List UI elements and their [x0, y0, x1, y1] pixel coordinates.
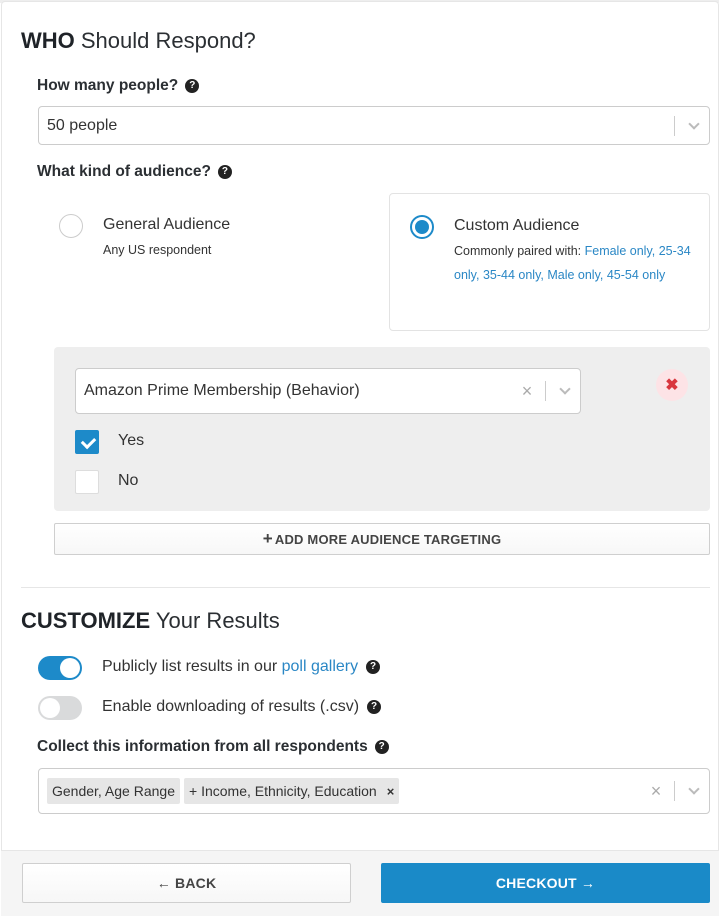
collect-info-label-text: Collect this information from all respon… — [37, 738, 368, 755]
tag-remove-icon[interactable]: × — [387, 784, 395, 799]
tag-gender-age: Gender, Age Range — [47, 778, 180, 804]
custom-audience-subtitle: Commonly paired with: Female only, 25-34… — [454, 239, 694, 287]
targeting-attribute-select[interactable]: Amazon Prime Membership (Behavior) × — [75, 368, 581, 414]
tag-income-ethnicity-education: + Income, Ethnicity, Education × — [184, 778, 400, 804]
general-audience-subtitle: Any US respondent — [103, 243, 212, 257]
csv-download-label: Enable downloading of results (.csv) ? — [102, 698, 382, 716]
help-icon[interactable]: ? — [374, 740, 389, 754]
chevron-down-icon[interactable] — [679, 117, 709, 130]
general-audience-radio[interactable] — [59, 214, 83, 238]
csv-download-label-text: Enable downloading of results (.csv) — [102, 698, 360, 715]
select-separator — [545, 381, 546, 401]
general-audience-title: General Audience — [103, 216, 231, 233]
checkbox-no[interactable] — [75, 470, 99, 494]
who-title-bold: WHO — [21, 28, 75, 53]
clear-icon[interactable]: × — [646, 781, 666, 802]
select-separator — [674, 115, 675, 136]
back-button-label: ← BACK — [156, 875, 217, 891]
collect-tags: Gender, Age Range + Income, Ethnicity, E… — [39, 778, 646, 804]
custom-audience-radio[interactable] — [410, 215, 434, 239]
checkbox-yes[interactable] — [75, 430, 99, 454]
general-audience-option[interactable]: General Audience Any US respondent — [38, 193, 378, 330]
chevron-down-icon[interactable] — [550, 383, 580, 395]
add-more-targeting-button[interactable]: + ADD MORE AUDIENCE TARGETING — [54, 523, 710, 555]
people-count-value: 50 people — [47, 116, 118, 134]
help-icon[interactable]: ? — [366, 660, 381, 674]
checkbox-no-label[interactable]: No — [118, 472, 138, 490]
section-divider — [21, 587, 710, 588]
public-gallery-toggle[interactable] — [38, 656, 82, 680]
checkout-button-label: CHECKOUT → — [495, 875, 596, 891]
how-many-label-text: How many people? — [37, 77, 179, 94]
who-title-rest: Should Respond? — [74, 28, 256, 53]
help-icon[interactable]: ? — [217, 165, 232, 179]
plus-icon: + — [262, 529, 273, 548]
remove-targeting-icon[interactable]: ✖ — [656, 369, 688, 401]
add-more-targeting-label: ADD MORE AUDIENCE TARGETING — [274, 531, 502, 547]
custom-audience-option[interactable]: Custom Audience Commonly paired with: Fe… — [389, 193, 710, 331]
public-gallery-label: Publicly list results in our poll galler… — [102, 658, 381, 676]
collect-info-label: Collect this information from all respon… — [37, 738, 389, 756]
toggle-knob — [60, 658, 80, 678]
commonly-paired-prefix: Commonly paired with: — [454, 244, 585, 258]
people-count-select[interactable]: 50 people — [38, 106, 710, 145]
chevron-down-icon[interactable] — [679, 783, 709, 795]
back-button[interactable]: ← BACK — [22, 863, 351, 903]
audience-label: What kind of audience? ? — [37, 163, 232, 181]
clear-icon[interactable]: × — [517, 381, 537, 402]
help-icon[interactable]: ? — [367, 700, 382, 714]
select-separator — [674, 781, 675, 801]
custom-audience-title: Custom Audience — [454, 217, 580, 234]
tag-label: + Income, Ethnicity, Education — [189, 783, 377, 799]
help-icon[interactable]: ? — [185, 79, 200, 93]
toggle-knob — [40, 698, 60, 718]
checkout-button[interactable]: CHECKOUT → — [381, 863, 710, 903]
customize-section-title: CUSTOMIZE Your Results — [21, 608, 280, 634]
csv-download-toggle[interactable] — [38, 696, 82, 720]
tag-label: Gender, Age Range — [52, 783, 175, 799]
targeting-attribute-value: Amazon Prime Membership (Behavior) — [84, 382, 360, 399]
who-section-title: WHO Should Respond? — [21, 28, 256, 54]
checkbox-yes-label[interactable]: Yes — [118, 432, 144, 450]
audience-label-text: What kind of audience? — [37, 163, 211, 180]
poll-gallery-link[interactable]: poll gallery — [282, 658, 358, 675]
customize-title-rest: Your Results — [150, 608, 280, 633]
how-many-label: How many people? ? — [37, 77, 200, 95]
customize-title-bold: CUSTOMIZE — [21, 608, 151, 633]
public-gallery-label-text: Publicly list results in our — [102, 658, 282, 675]
collect-info-select[interactable]: Gender, Age Range + Income, Ethnicity, E… — [38, 768, 710, 814]
